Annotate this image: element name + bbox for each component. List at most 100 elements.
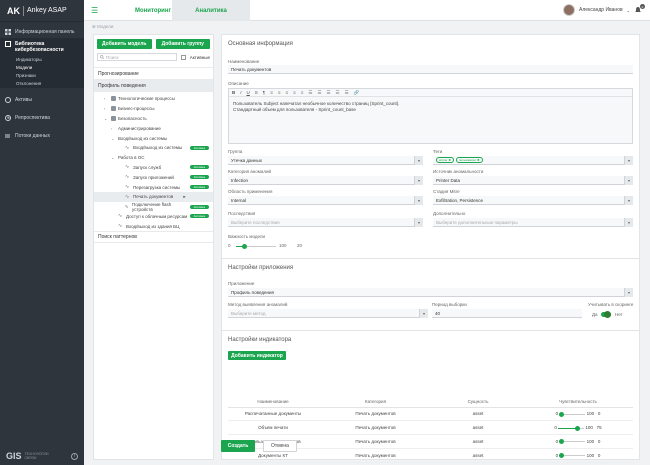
sidebar-subitem-models[interactable]: Модели	[16, 64, 84, 72]
group-select[interactable]: Утечка данных	[228, 156, 423, 165]
toolbar-button[interactable]: 🔗	[354, 90, 360, 96]
list-item-pattern-search[interactable]: Поиск паттернов	[94, 231, 213, 244]
chevron-down-icon[interactable]: ▾	[624, 176, 633, 185]
tree-node[interactable]: › Администрирование	[94, 123, 213, 133]
toolbar-button[interactable]: ☰	[336, 90, 340, 96]
table-row[interactable]: Объем печати Печать документов asset 0 100 …	[228, 420, 633, 436]
tab-analytics[interactable]: Аналитика	[172, 0, 250, 21]
tree-node[interactable]: ∿ Печать документов ▸	[94, 191, 213, 202]
chevron-down-icon[interactable]: ▾	[419, 309, 428, 318]
toolbar-button[interactable]: ☰	[327, 90, 331, 96]
tree-node[interactable]: ⌄ Вход/выход из системы	[94, 133, 213, 143]
chevron-down-icon[interactable]: ▾	[414, 176, 423, 185]
app-logo[interactable]: AK Ankey ASAP	[0, 0, 84, 22]
sidebar-item-library[interactable]: Библиотека кибербезопасности	[0, 38, 84, 56]
list-item-behavior-profile[interactable]: Профиль поведения	[94, 80, 213, 92]
toolbar-button[interactable]: ≡	[301, 90, 304, 95]
avatar[interactable]	[563, 4, 576, 16]
slider-handle[interactable]	[559, 439, 565, 445]
create-button[interactable]: Создать	[221, 440, 255, 452]
tree-node[interactable]: ∿ Вход/выход из здания БЦ	[94, 221, 213, 231]
scoring-toggle[interactable]	[601, 311, 611, 318]
add-group-button[interactable]: Добавить группу	[155, 39, 210, 49]
chevron-down-icon[interactable]: ▾	[624, 156, 633, 165]
column-header[interactable]: Наименование	[228, 397, 318, 408]
consequence-select[interactable]: Выберите последствия	[228, 218, 423, 227]
chevron-icon[interactable]: ›	[111, 126, 116, 131]
add-indicator-button[interactable]: Добавить индикатор	[228, 351, 286, 360]
tree-node[interactable]: ∿ Перезагрузка системы Активна	[94, 182, 213, 192]
chevron-down-icon[interactable]: ▾	[624, 196, 633, 205]
app-select[interactable]: Профиль поведения	[228, 288, 633, 297]
tag-chip[interactable]: пользовател ✖	[455, 157, 483, 163]
add-model-button[interactable]: Добавить модель	[97, 39, 152, 49]
slider-handle[interactable]	[559, 411, 565, 417]
sidebar-item-retrospective[interactable]: Репроспектива	[0, 112, 84, 124]
tree-node[interactable]: ∿ Доступ к облачным ресурсам Активна	[94, 212, 213, 222]
menu-icon[interactable]: ☰	[91, 6, 98, 15]
toolbar-button[interactable]: S	[255, 90, 258, 95]
sidebar-subitem-features[interactable]: Признаки	[16, 72, 84, 80]
chevron-down-icon[interactable]: ▾	[414, 156, 423, 165]
toolbar-button[interactable]: ☰	[317, 90, 321, 96]
tree-node[interactable]: ⌄ Работа в ОС	[94, 153, 213, 163]
area-select[interactable]: Internal	[228, 196, 423, 205]
chevron-icon[interactable]: ⌄	[111, 136, 116, 141]
importance-slider[interactable]	[236, 244, 276, 249]
table-row[interactable]: Распечатанные документы Печать документов…	[228, 407, 633, 422]
sidebar-item-assets[interactable]: Активы	[0, 94, 84, 106]
toolbar-button[interactable]: ≡	[293, 90, 296, 95]
sensitivity-slider[interactable]	[558, 425, 585, 431]
sensitivity-slider[interactable]	[559, 453, 586, 459]
slider-handle[interactable]	[559, 453, 565, 459]
chevron-down-icon[interactable]: ▾	[624, 288, 633, 297]
chevron-icon[interactable]: ⌄	[111, 155, 116, 160]
tag-chip[interactable]: printer ✖	[436, 157, 454, 163]
slider-handle[interactable]	[241, 244, 247, 249]
breadcrumb[interactable]: ⊕ Модели	[92, 24, 113, 30]
importance-value[interactable]: 20	[297, 243, 302, 248]
slider-handle[interactable]	[575, 425, 581, 431]
sidebar-subitem-deviations[interactable]: Отклонения	[16, 80, 84, 88]
toolbar-button[interactable]: ¶	[263, 90, 265, 95]
tags-select[interactable]: printer ✖ пользовател ✖	[433, 156, 633, 165]
mitre-select[interactable]: Exfiltration, Persistence	[433, 196, 633, 205]
tree-node[interactable]: ⌄ Безопасность	[94, 114, 213, 124]
chevron-down-icon[interactable]: ▾	[414, 196, 423, 205]
sensitivity-slider[interactable]	[559, 411, 586, 417]
sidebar-subitem-indicators[interactable]: Индикаторы	[16, 56, 84, 64]
source-select[interactable]: Printer Data	[433, 176, 633, 185]
column-header[interactable]: Категория	[318, 397, 433, 408]
method-select[interactable]: Выберите метод	[228, 309, 428, 318]
description-text[interactable]: Пользователь Subject напечатал необычное…	[229, 97, 632, 116]
chevron-icon[interactable]: ›	[104, 96, 109, 101]
toolbar-button[interactable]: ☰	[308, 90, 312, 96]
tree-node[interactable]: ∿ Подключение flash устройств Активна	[94, 202, 213, 212]
toolbar-button[interactable]: ☰	[345, 90, 349, 96]
info-icon[interactable]: i	[71, 452, 78, 460]
sensitivity-value[interactable]: 75	[597, 425, 602, 430]
active-checkbox[interactable]	[180, 54, 186, 60]
chevron-down-icon[interactable]: ▾	[624, 218, 633, 227]
tree-node[interactable]: › Технологические процессы	[94, 94, 213, 104]
toolbar-button[interactable]: ≡	[285, 90, 288, 95]
toolbar-button[interactable]: ≡	[278, 90, 281, 95]
period-input[interactable]: 40	[432, 309, 582, 318]
toolbar-button[interactable]: B	[232, 90, 235, 95]
column-header[interactable]: Сущность	[433, 397, 523, 408]
tree-node[interactable]: ∿ Запуск служб Активна	[94, 163, 213, 173]
name-input[interactable]: Печать документов	[228, 65, 633, 74]
tree-node[interactable]: › Бизнес-процессы	[94, 104, 213, 114]
search-input[interactable]: Поиск	[97, 53, 177, 61]
chevron-icon[interactable]: ›	[104, 106, 109, 111]
tree-node[interactable]: ∿ Запуск приложений Активна	[94, 172, 213, 182]
toolbar-button[interactable]: I	[240, 90, 241, 95]
chevron-down-icon[interactable]: ⌄	[627, 8, 630, 13]
chevron-icon[interactable]: ⌄	[104, 116, 109, 121]
description-editor[interactable]: B I U S ¶ ≡ ≡ ≡ ≡ ≡ ☰ ☰ ☰ ☰ ☰ 🔗 Пользователь Subject на…	[228, 88, 633, 144]
toolbar-button[interactable]: ≡	[270, 90, 273, 95]
sensitivity-value[interactable]: 0	[598, 453, 601, 458]
sensitivity-slider[interactable]	[559, 439, 586, 445]
chevron-down-icon[interactable]: ▾	[414, 218, 423, 227]
sensitivity-value[interactable]: 0	[598, 411, 601, 416]
